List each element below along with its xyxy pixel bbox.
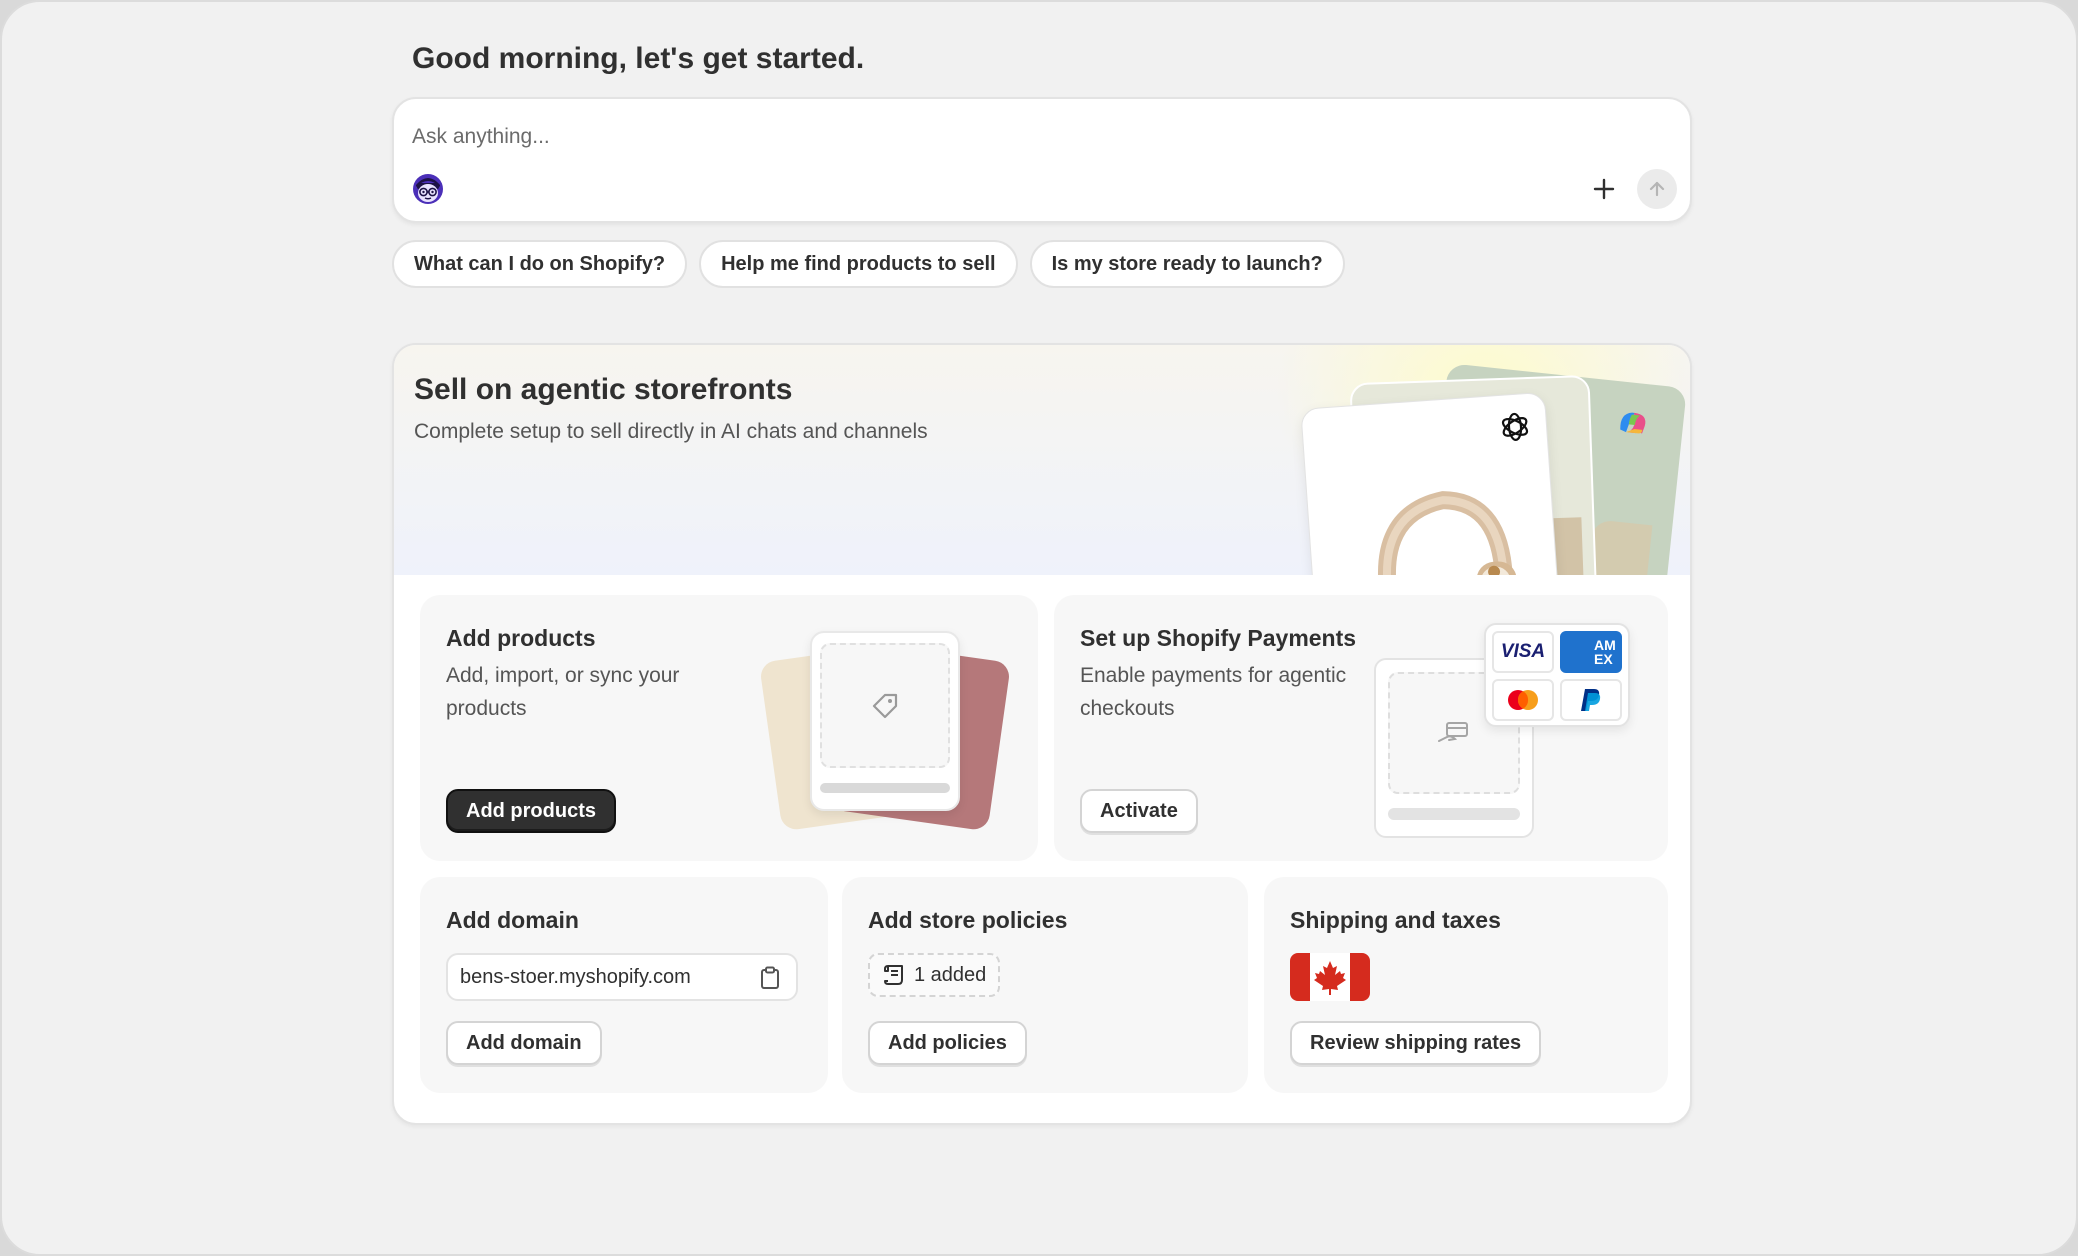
- task-shipping-taxes: Shipping and taxes Review shipping rates: [1264, 877, 1668, 1093]
- task-title: Add store policies: [868, 907, 1068, 933]
- task-description: Add, import, or sync your products: [446, 664, 680, 720]
- ask-box[interactable]: [392, 97, 1692, 223]
- copilot-icon: [1620, 412, 1646, 434]
- openai-icon: [1501, 412, 1529, 441]
- payments-illustration: VISA AM EX: [1374, 623, 1654, 853]
- task-description: Enable payments for agentic checkouts: [1080, 664, 1347, 720]
- activate-button[interactable]: Activate: [1080, 789, 1198, 833]
- products-illustration: [758, 631, 1012, 841]
- task-store-policies: Add store policies 1 added Add policies: [842, 877, 1248, 1093]
- paypal-icon: [1560, 679, 1622, 721]
- hero-illustration: [1154, 363, 1687, 575]
- assistant-avatar-icon[interactable]: [412, 173, 444, 205]
- canada-flag-icon: [1290, 953, 1370, 1001]
- hero-banner: Sell on agentic storefronts Complete set…: [394, 345, 1690, 575]
- visa-icon: VISA: [1492, 631, 1554, 673]
- app-frame: Good morning, let's get started. Ask any…: [0, 0, 2078, 1256]
- task-title: Add products: [446, 625, 596, 651]
- amex-icon: AM EX: [1560, 631, 1622, 673]
- headphones-image: [1378, 491, 1519, 575]
- ask-input[interactable]: [412, 117, 1512, 157]
- chip-what-can-i-do[interactable]: What can I do on Shopify?: [392, 240, 688, 288]
- policies-count: 1 added: [914, 963, 987, 986]
- domain-field[interactable]: bens-stoer.myshopify.com: [446, 953, 798, 1001]
- setup-card: Sell on agentic storefronts Complete set…: [392, 343, 1692, 1125]
- hero-title: Sell on agentic storefronts: [414, 373, 793, 406]
- suggestion-chips: What can I do on Shopify? Help me find p…: [392, 240, 1345, 288]
- card-hand-icon: [1438, 722, 1468, 742]
- page-title: Good morning, let's get started.: [412, 42, 865, 75]
- policies-count-badge: 1 added: [868, 953, 1001, 997]
- task-title: Add domain: [446, 907, 579, 933]
- tag-icon: [872, 693, 898, 718]
- hero-subtitle: Complete setup to sell directly in AI ch…: [414, 420, 928, 443]
- send-button[interactable]: [1637, 169, 1677, 209]
- review-shipping-button[interactable]: Review shipping rates: [1290, 1021, 1542, 1065]
- domain-value: bens-stoer.myshopify.com: [460, 965, 691, 988]
- chip-store-ready[interactable]: Is my store ready to launch?: [1029, 240, 1345, 288]
- add-domain-button[interactable]: Add domain: [446, 1021, 602, 1065]
- product-card-front: [1300, 391, 1563, 575]
- clipboard-icon[interactable]: [760, 966, 780, 996]
- add-products-button[interactable]: Add products: [446, 789, 616, 833]
- plus-icon: [1593, 178, 1615, 200]
- attach-button[interactable]: [1586, 171, 1622, 207]
- add-policies-button[interactable]: Add policies: [868, 1021, 1027, 1065]
- chip-find-products[interactable]: Help me find products to sell: [699, 240, 1018, 288]
- task-title: Set up Shopify Payments: [1080, 625, 1357, 651]
- task-add-domain: Add domain bens-stoer.myshopify.com Add …: [420, 877, 828, 1093]
- task-shopify-payments: Set up Shopify Payments Enable payments …: [1054, 595, 1668, 861]
- task-add-products: Add products Add, import, or sync your p…: [420, 595, 1038, 861]
- scroll-icon: [884, 965, 903, 985]
- mastercard-icon: [1492, 679, 1554, 721]
- arrow-up-icon: [1649, 181, 1665, 197]
- task-title: Shipping and taxes: [1290, 907, 1501, 933]
